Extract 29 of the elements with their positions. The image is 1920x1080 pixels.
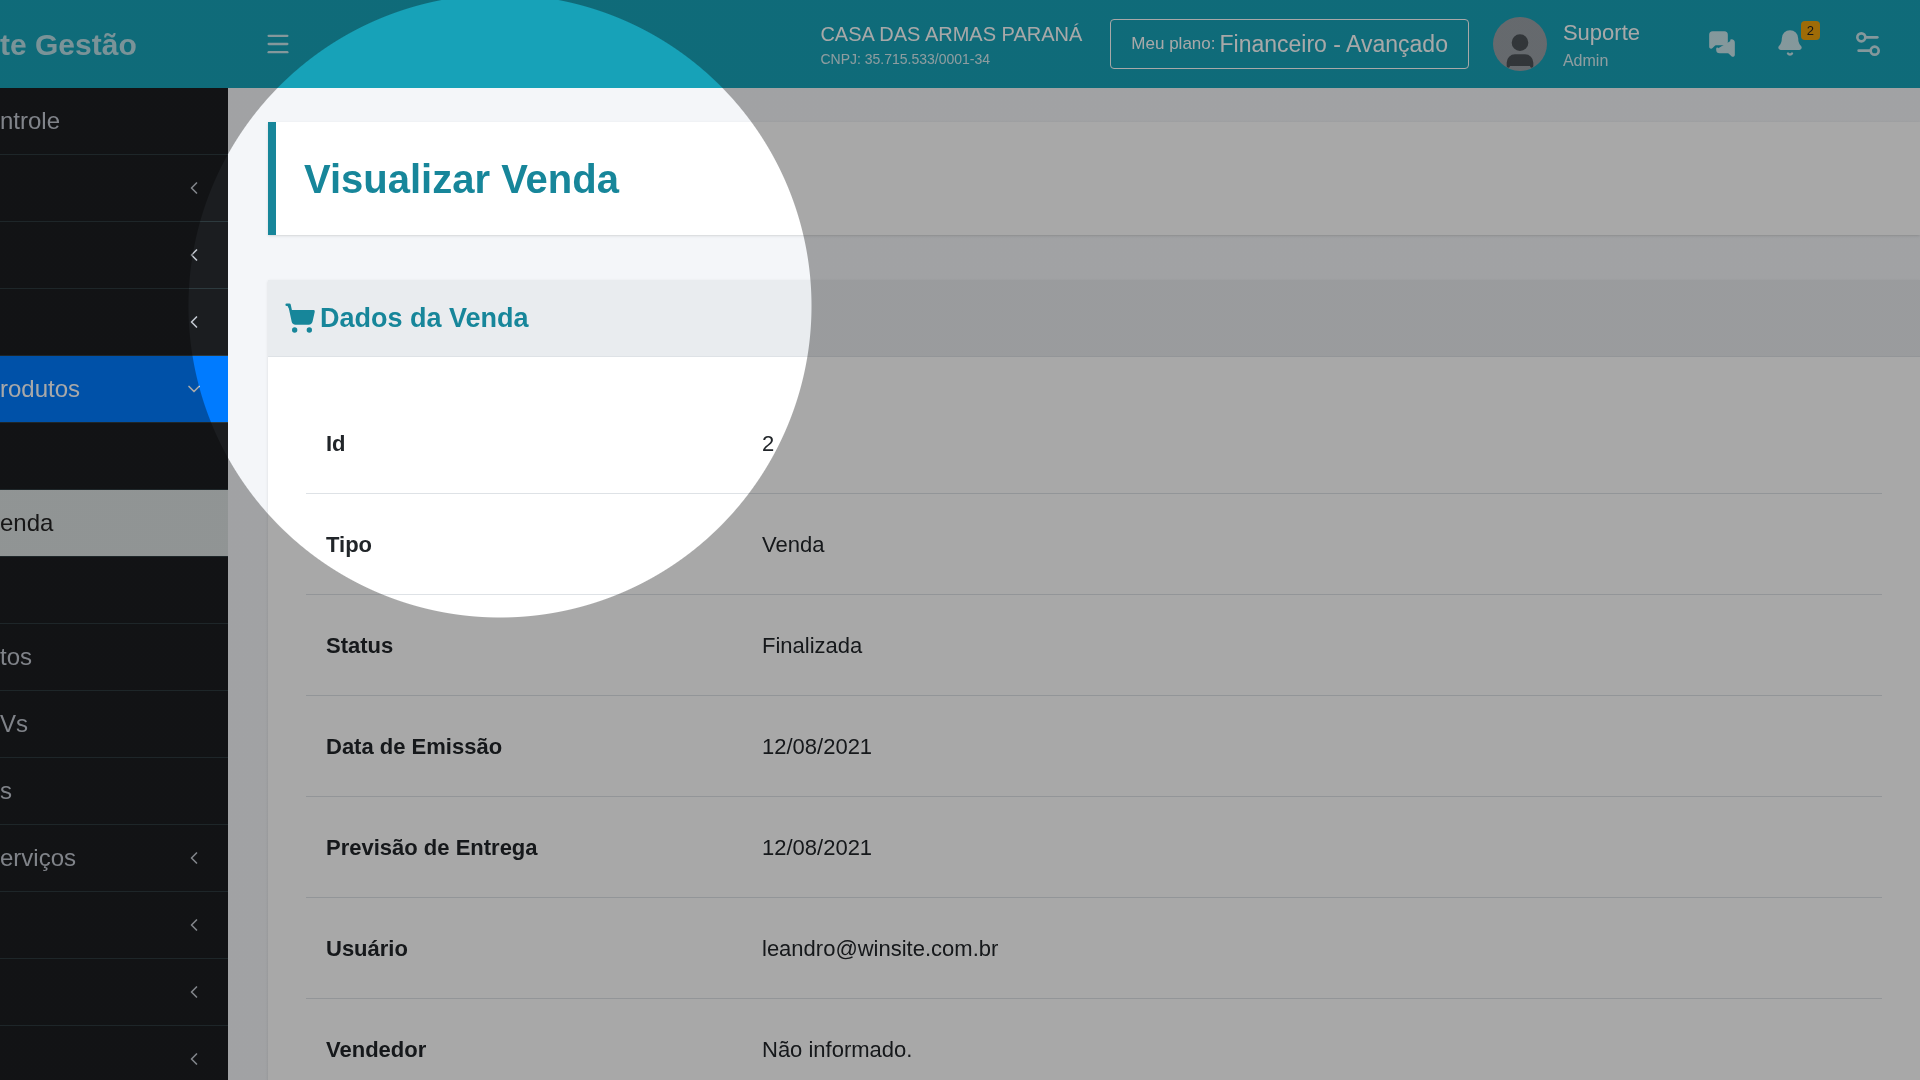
page-title: Visualizar Venda	[304, 155, 619, 203]
card-title: Dados da Venda	[320, 301, 529, 335]
plan-button[interactable]: Meu plano: Financeiro - Avançado	[1110, 19, 1469, 69]
user-name: Suporte	[1562, 18, 1640, 47]
notification-badge: 2	[1800, 20, 1820, 40]
avatar[interactable]	[1492, 17, 1547, 71]
field-value: 2	[762, 429, 775, 458]
cart-icon	[284, 302, 316, 334]
company-name: CASA DAS ARMAS PARANÁ	[820, 21, 1083, 47]
field-value: 12/08/2021	[762, 833, 873, 862]
field-label: Previsão de Entrega	[325, 833, 539, 862]
field-value: 12/08/2021	[762, 732, 873, 761]
bell-icon	[1776, 28, 1804, 57]
field-value: Venda	[762, 530, 825, 559]
company-cnpj: CNPJ: 35.715.533/0001-34	[820, 49, 992, 69]
field-value: Não informado.	[762, 1035, 913, 1064]
sidebar-item[interactable]: rodutos	[0, 356, 228, 423]
user-role: Admin	[1562, 50, 1610, 71]
field-label: Id	[325, 429, 347, 458]
field-label: Data de Emissão	[325, 732, 504, 761]
brand-name: te Gestão	[0, 26, 137, 63]
field-value: leandro@winsite.com.br	[762, 934, 999, 963]
field-label: Usuário	[325, 934, 409, 963]
field-value: Finalizada	[762, 631, 863, 660]
sidebar-item[interactable]: enda	[0, 490, 228, 557]
field-label: Vendedor	[325, 1035, 428, 1064]
field-label: Tipo	[325, 530, 374, 559]
field-label: Status	[325, 631, 395, 660]
chat-icon	[1708, 30, 1736, 58]
